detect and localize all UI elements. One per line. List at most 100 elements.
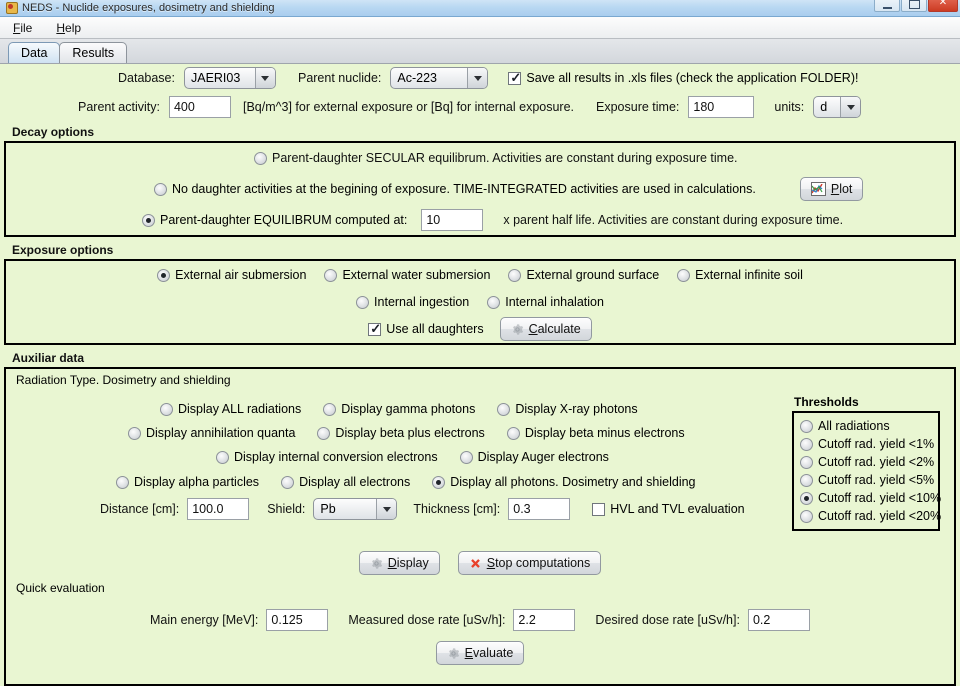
equilibrium-suffix-label: x parent half life. Activities are const… [503,213,844,227]
exposure-row-external: External air submersion External water s… [6,261,954,289]
menu-bar: File Help [0,17,960,39]
radio-icon [800,437,813,451]
restore-button[interactable] [901,0,927,12]
exposure-time-label: Exposure time: [596,100,680,114]
exposure-option-air-submersion[interactable]: External air submersion [157,268,306,282]
radio-icon [800,473,813,487]
exposure-option-infinite-soil[interactable]: External infinite soil [677,268,803,282]
tab-results[interactable]: Results [59,42,128,63]
save-xls-checkbox[interactable]: Save all results in .xls files (check th… [508,70,858,85]
calculate-button-label: Calculate [528,322,581,336]
desired-dose-input[interactable]: 0.2 [747,609,810,631]
menu-item-help[interactable]: Help [53,20,84,36]
exposure-option-ingestion[interactable]: Internal ingestion [356,295,469,309]
main-energy-input[interactable]: 0.125 [266,609,329,631]
radio-icon [317,426,331,440]
stop-computations-button[interactable]: Stop computations [457,551,602,575]
radiation-option-xray[interactable]: Display X-ray photons [497,402,638,416]
equilibrium-multiplier-input[interactable]: 10 [421,209,484,231]
app-icon [5,2,18,14]
close-button[interactable] [928,0,958,12]
auxiliar-data-title: Auxiliar data [12,351,85,365]
radiation-option-internal-conversion[interactable]: Display internal conversion electrons [216,450,438,464]
threshold-option-5-label: Cutoff rad. yield <5% [818,473,935,487]
tab-data[interactable]: Data [8,42,61,63]
decay-option-time-integrated-row: No daughter activities at the begining o… [6,173,954,205]
quick-evaluation-group: Quick evaluation Main energy [MeV]: 0.12… [10,581,950,679]
decay-option-equilibrium[interactable]: Parent-daughter EQUILIBRUM computed at: [142,213,407,227]
decay-option-secular-label: Parent-daughter SECULAR equilibrum. Acti… [272,151,738,165]
exposure-option-ground-surface[interactable]: External ground surface [508,268,659,282]
radiation-option-beta-minus[interactable]: Display beta minus electrons [506,426,685,440]
units-label: units: [774,100,805,114]
radio-icon [254,151,267,165]
auxiliar-data-body: Radiation Type. Dosimetry and shielding … [4,367,956,686]
shield-select[interactable]: Pb [313,498,398,520]
parent-activity-input[interactable]: 400 [168,96,231,118]
exposure-options-title: Exposure options [12,243,114,257]
radiation-option-gamma-label: Display gamma photons [341,402,476,416]
radio-icon [324,268,338,282]
database-select[interactable]: JAERI03 [183,67,276,89]
desired-dose-label: Desired dose rate [uSv/h]: [595,613,740,627]
radiation-option-all-electrons[interactable]: Display all electrons [281,475,410,489]
exposure-option-ground-surface-label: External ground surface [526,268,660,282]
calculate-button[interactable]: Calculate [499,317,592,341]
radiation-option-all-label: Display ALL radiations [178,402,302,416]
parent-nuclide-select-value: Ac-223 [397,71,437,85]
units-select[interactable]: d [813,96,862,118]
menu-item-file[interactable]: File [10,20,35,36]
threshold-option-20[interactable]: Cutoff rad. yield <20% [800,507,941,525]
threshold-option-2[interactable]: Cutoff rad. yield <2% [800,453,934,471]
threshold-option-1[interactable]: Cutoff rad. yield <1% [800,435,934,453]
radiation-option-beta-plus[interactable]: Display beta plus electrons [317,426,485,440]
parent-nuclide-select[interactable]: Ac-223 [390,67,489,89]
radiation-option-alpha[interactable]: Display alpha particles [116,475,259,489]
menu-item-file-label: ile [20,20,33,35]
radio-icon [497,402,511,416]
evaluate-button-label: Evaluate [464,646,514,660]
radio-icon [116,475,129,489]
decay-option-equilibrium-label: Parent-daughter EQUILIBRUM computed at: [160,213,408,227]
threshold-option-all-label: All radiations [818,419,890,433]
plot-button[interactable]: Plot [799,177,864,201]
exposure-options-body: External air submersion External water s… [4,259,956,345]
thresholds-box: All radiations Cutoff rad. yield <1% Cut… [792,411,941,531]
decay-option-secular[interactable]: Parent-daughter SECULAR equilibrum. Acti… [6,143,954,173]
display-button-label: Display [387,556,429,570]
main-energy-label: Main energy [MeV]: [150,613,259,627]
checkbox-icon [592,502,606,516]
hvl-tvl-checkbox[interactable]: HVL and TVL evaluation [592,502,745,516]
threshold-option-10[interactable]: Cutoff rad. yield <10% [800,489,941,507]
radio-icon [800,419,813,433]
use-all-daughters-checkbox[interactable]: Use all daughters [368,321,484,336]
radio-icon [800,509,813,523]
radio-icon [432,475,446,489]
radiation-option-gamma[interactable]: Display gamma photons [323,402,475,416]
gear-icon [447,647,460,660]
exposure-time-input[interactable]: 180 [688,96,755,118]
quick-evaluation-body: Main energy [MeV]: 0.125 Measured dose r… [10,597,950,679]
thickness-input[interactable]: 0.3 [508,498,571,520]
minimize-button[interactable] [874,0,900,12]
exposure-option-inhalation[interactable]: Internal inhalation [487,295,604,309]
radiation-option-all[interactable]: Display ALL radiations [160,402,301,416]
radio-icon [157,268,171,282]
radiation-option-auger[interactable]: Display Auger electrons [459,450,609,464]
distance-input[interactable]: 100.0 [187,498,250,520]
exposure-option-water-submersion[interactable]: External water submersion [324,268,490,282]
auxiliar-data-group: Auxiliar data Radiation Type. Dosimetry … [4,348,956,686]
decay-option-time-integrated[interactable]: No daughter activities at the begining o… [154,182,756,196]
radiation-option-annihilation[interactable]: Display annihilation quanta [128,426,295,440]
chevron-down-icon [840,97,861,117]
evaluate-button[interactable]: Evaluate [435,641,525,665]
measured-dose-input[interactable]: 2.2 [513,609,576,631]
radio-icon [128,426,141,440]
evaluate-row: Evaluate [10,637,950,669]
quick-evaluation-fields-row: Main energy [MeV]: 0.125 Measured dose r… [10,603,950,637]
display-button[interactable]: Display [358,551,440,575]
radiation-option-all-photons[interactable]: Display all photons. Dosimetry and shiel… [432,475,696,489]
threshold-option-all[interactable]: All radiations [800,417,932,435]
threshold-option-5[interactable]: Cutoff rad. yield <5% [800,471,935,489]
exposure-option-air-submersion-label: External air submersion [175,268,307,282]
